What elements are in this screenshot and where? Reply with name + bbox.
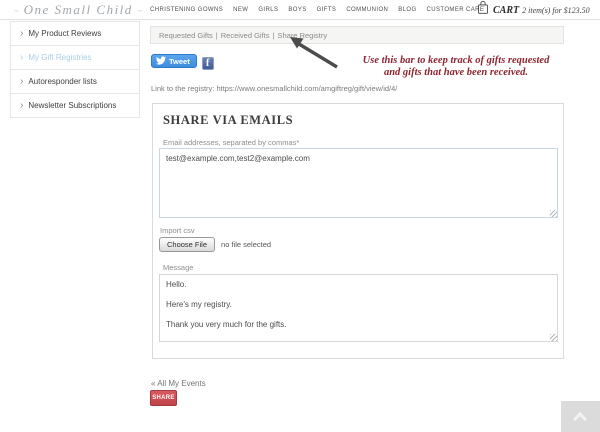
site-logo-text: One Small Child	[24, 2, 133, 17]
registry-link-label: Link to the registry:	[151, 84, 214, 93]
no-file-selected-text: no file selected	[221, 240, 271, 249]
all-my-events-link[interactable]: « All My Events	[151, 379, 206, 388]
logo-flourish-left: ~	[14, 6, 19, 16]
chevron-right-icon: ›	[20, 54, 23, 62]
tweet-button-label: Tweet	[169, 57, 190, 66]
nav-boys[interactable]: BOYS	[288, 7, 306, 13]
annotation-line2: and gifts that have been received.	[325, 67, 587, 79]
facebook-share-icon[interactable]: f	[202, 57, 214, 70]
sidebar-item-autoresponder-lists[interactable]: › Autoresponder lists	[11, 70, 139, 94]
sidebar-item-my-product-reviews[interactable]: › My Product Reviews	[11, 22, 139, 46]
nav-girls[interactable]: GIRLS	[258, 7, 278, 13]
cart-label: CART	[493, 5, 519, 16]
share-button[interactable]: SHARE	[150, 390, 177, 406]
sidebar-item-label: My Gift Registries	[28, 53, 91, 62]
sidebar-item-label: Newsletter Subscriptions	[28, 101, 116, 110]
message-textarea[interactable]: Hello. Here's my registry. Thank you ver…	[159, 274, 558, 342]
sidebar-item-newsletter-subscriptions[interactable]: › Newsletter Subscriptions	[11, 94, 139, 118]
message-label: Message	[163, 263, 193, 272]
nav-gifts[interactable]: GIFTS	[317, 7, 337, 13]
registry-tabs-bar: Requested Gifts | Received Gifts | Share…	[150, 26, 564, 44]
import-csv-label: Import csv	[160, 226, 195, 235]
nav-new[interactable]: NEW	[233, 7, 248, 13]
site-header: ~ One Small Child ~ CHRISTENING GOWNS NE…	[0, 0, 600, 20]
social-share-row: Tweet f	[151, 54, 214, 70]
share-emails-card: SHARE VIA EMAILS Email addresses, separa…	[152, 103, 564, 359]
tab-separator: |	[216, 31, 218, 40]
sidebar-item-label: Autoresponder lists	[28, 77, 96, 86]
card-title: SHARE VIA EMAILS	[163, 113, 293, 128]
tab-separator: |	[273, 31, 275, 40]
nav-blog[interactable]: BLOG	[398, 7, 416, 13]
choose-file-button[interactable]: Choose File	[159, 237, 215, 252]
twitter-bird-icon	[156, 56, 166, 67]
chevron-right-icon: ›	[20, 102, 23, 110]
annotation-line1: Use this bar to keep track of gifts requ…	[325, 55, 587, 67]
email-addresses-label: Email addresses, separated by commas*	[163, 138, 299, 147]
registry-link-row: Link to the registry: https://www.onesma…	[151, 84, 397, 93]
logo-flourish-right: ~	[138, 6, 143, 16]
main-nav: CHRISTENING GOWNS NEW GIRLS BOYS GIFTS C…	[150, 0, 484, 20]
chevron-right-icon: ›	[20, 78, 23, 86]
cart-detail: 2 item(s) for $123.50	[522, 6, 590, 15]
tab-received-gifts[interactable]: Received Gifts	[221, 31, 270, 40]
chevron-up-icon	[573, 412, 587, 426]
cart-icon	[477, 0, 489, 20]
facebook-f-glyph: f	[206, 58, 209, 69]
nav-communion[interactable]: COMMUNION	[346, 7, 388, 13]
cart[interactable]: CART 2 item(s) for $123.50	[477, 0, 590, 20]
annotation-note: Use this bar to keep track of gifts requ…	[325, 55, 587, 78]
nav-christening-gowns[interactable]: CHRISTENING GOWNS	[150, 7, 223, 13]
tweet-button[interactable]: Tweet	[151, 54, 197, 68]
site-logo[interactable]: ~ One Small Child ~	[14, 2, 142, 18]
chevron-right-icon: ›	[20, 30, 23, 38]
nav-customer-care[interactable]: CUSTOMER CARE	[427, 7, 485, 13]
sidebar-item-my-gift-registries[interactable]: › My Gift Registries	[11, 46, 139, 70]
sidebar: › My Product Reviews › My Gift Registrie…	[10, 21, 140, 118]
tab-requested-gifts[interactable]: Requested Gifts	[159, 31, 213, 40]
back-to-top-button[interactable]	[561, 401, 600, 432]
sidebar-item-label: My Product Reviews	[28, 29, 101, 38]
email-addresses-textarea[interactable]: test@example.com,test2@example.com	[159, 148, 558, 218]
registry-url-link[interactable]: https://www.onesmallchild.com/amgiftreg/…	[216, 84, 397, 93]
page: ~ One Small Child ~ CHRISTENING GOWNS NE…	[0, 0, 600, 432]
file-upload-row: Choose File no file selected	[159, 237, 271, 252]
